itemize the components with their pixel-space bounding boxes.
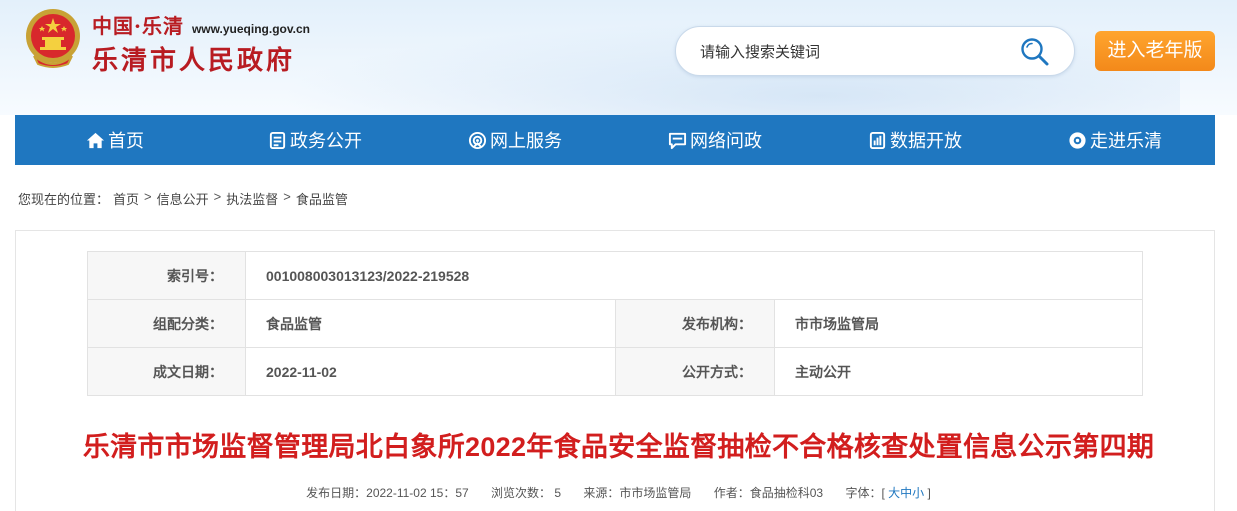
breadcrumb: 您现在的位置： 首页 > 信息公开 > 执法监督 > 食品监管 <box>18 189 348 208</box>
site-cn-label: 中国·乐清 <box>92 14 184 38</box>
publish-date: 发布日期：2022-11-02 15：57 <box>306 486 469 500</box>
category-value: 食品监管 <box>245 299 616 348</box>
category-label: 组配分类： <box>87 299 246 348</box>
breadcrumb-separator: > <box>283 189 291 204</box>
site-header: 中国·乐清 www.yueqing.gov.cn 乐清市人民政府 进入老年版 <box>0 0 1237 115</box>
nav-item-about-yueqing[interactable]: 走进乐清 <box>1015 115 1215 165</box>
nav-item-open-data[interactable]: 数据开放 <box>815 115 1015 165</box>
document-meta-table: 索引号： 001008003013123/2022-219528 组配分类： 食… <box>87 251 1143 396</box>
elder-mode-button[interactable]: 进入老年版 <box>1095 31 1215 71</box>
nav-item-label: 数据开放 <box>890 131 962 151</box>
table-row: 组配分类： 食品监管 发布机构： 市市场监管局 <box>87 299 1143 348</box>
table-row: 成文日期： 2022-11-02 公开方式： 主动公开 <box>87 347 1143 396</box>
font-size-large-link[interactable]: 大 <box>888 486 900 500</box>
article-info-bar: 发布日期：2022-11-02 15：57 浏览次数： 5 来源：市市场监管局 … <box>0 484 1237 501</box>
site-name[interactable]: 乐清市人民政府 <box>92 40 295 77</box>
nav-item-gov-affairs[interactable]: 政务公开 <box>215 115 415 165</box>
font-size-small-link[interactable]: 小 <box>912 486 924 500</box>
nav-item-label: 走进乐清 <box>1090 131 1162 151</box>
view-count: 浏览次数： 5 <box>491 486 562 500</box>
nav-item-label: 网上服务 <box>490 131 562 151</box>
search-icon[interactable] <box>1019 36 1051 68</box>
nav-item-online-service[interactable]: 网上服务 <box>415 115 615 165</box>
document-date-label: 成文日期： <box>87 347 246 396</box>
disclosure-method-value: 主动公开 <box>774 347 1143 396</box>
document-date-value: 2022-11-02 <box>245 347 616 396</box>
breadcrumb-item-info-disclosure[interactable]: 信息公开 <box>157 189 209 208</box>
font-size-medium-link[interactable]: 中 <box>900 486 912 500</box>
font-size-end: ] <box>927 486 931 500</box>
breadcrumb-item-home[interactable]: 首页 <box>113 189 139 208</box>
site-logo-top[interactable]: 中国·乐清 www.yueqing.gov.cn <box>92 10 310 38</box>
site-url: www.yueqing.gov.cn <box>191 22 310 36</box>
search-input[interactable] <box>700 39 1000 65</box>
article-author: 作者：食品抽检科03 <box>713 486 824 500</box>
data-icon <box>869 131 886 149</box>
index-number-label: 索引号： <box>87 251 246 300</box>
home-icon <box>86 132 105 148</box>
eye-icon <box>1069 131 1086 149</box>
breadcrumb-item-food-supervision[interactable]: 食品监管 <box>296 189 348 208</box>
publisher-label: 发布机构： <box>615 299 775 348</box>
nav-item-label: 首页 <box>108 131 144 151</box>
breadcrumb-item-law-enforcement[interactable]: 执法监督 <box>226 189 278 208</box>
nav-item-label: 政务公开 <box>290 131 362 151</box>
breadcrumb-separator: > <box>144 189 152 204</box>
article-title: 乐清市市场监督管理局北白象所2022年食品安全监督抽检不合格核查处置信息公示第四… <box>82 432 1155 462</box>
breadcrumb-prefix: 您现在的位置： <box>18 192 110 207</box>
nav-item-home[interactable]: 首页 <box>15 115 215 165</box>
main-nav: 首页 政务公开 网上服务 网络问政 数据开放 走进乐清 <box>15 115 1215 165</box>
font-size-label: 字体：[ <box>845 486 885 500</box>
document-icon <box>269 131 286 149</box>
service-icon <box>468 131 487 149</box>
index-number-value: 001008003013123/2022-219528 <box>245 251 1143 300</box>
national-emblem-icon[interactable] <box>22 6 84 70</box>
publisher-value: 市市场监管局 <box>774 299 1143 348</box>
nav-item-online-inquiry[interactable]: 网络问政 <box>615 115 815 165</box>
disclosure-method-label: 公开方式： <box>615 347 775 396</box>
nav-item-label: 网络问政 <box>690 131 762 151</box>
table-row: 索引号： 001008003013123/2022-219528 <box>87 251 1143 300</box>
chat-icon <box>668 132 687 149</box>
breadcrumb-separator: > <box>213 189 222 204</box>
article-source: 来源：市市场监管局 <box>583 486 692 500</box>
search-box <box>675 26 1075 76</box>
